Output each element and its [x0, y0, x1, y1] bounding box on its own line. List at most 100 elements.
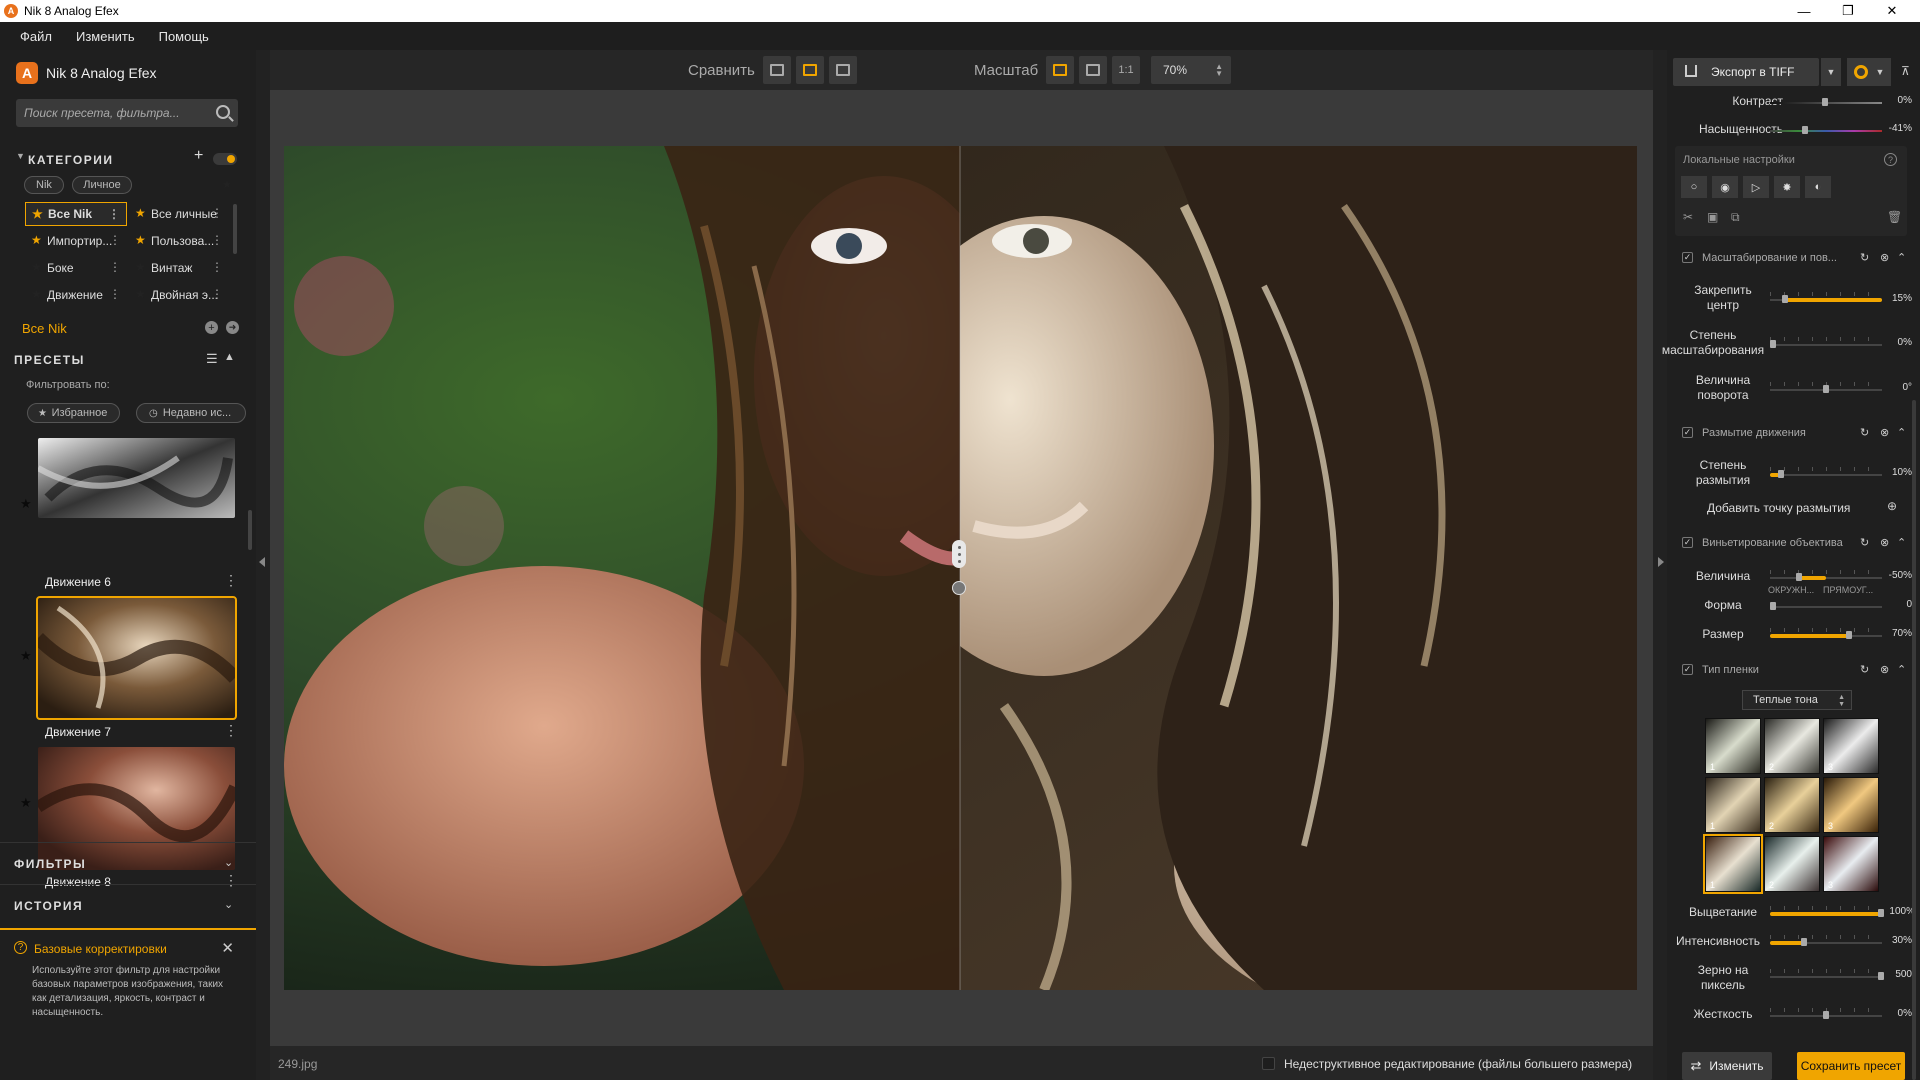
film-swatch[interactable]: 2 [1764, 836, 1820, 892]
shape-rect-label[interactable]: ПРЯМОУГ... [1823, 585, 1873, 595]
close-icon[interactable]: ✕ [221, 939, 234, 957]
category-imported[interactable]: ★ Импортир... ⋮ [25, 229, 127, 253]
more-icon[interactable]: ⋮ [109, 260, 121, 274]
section-checkbox[interactable]: ✓ [1682, 252, 1693, 263]
zoom-degree-slider[interactable] [1770, 337, 1882, 348]
star-icon[interactable]: ★ [20, 648, 32, 664]
film-swatch-selected[interactable]: 1 [1703, 834, 1763, 894]
chevron-down-icon[interactable]: ⌄ [224, 898, 233, 911]
film-swatch[interactable]: 3 [1823, 777, 1879, 833]
brush-icon[interactable]: ✸ [1774, 176, 1800, 198]
tab-personal[interactable]: Личное [72, 176, 132, 194]
film-swatch[interactable]: 3 [1823, 718, 1879, 774]
swap-icon[interactable] [952, 581, 966, 595]
change-button[interactable]: ⇄ Изменить [1682, 1052, 1772, 1080]
compare-toggle-button[interactable] [763, 56, 791, 84]
slider-knob[interactable] [1801, 938, 1807, 946]
shape-round-label[interactable]: ОКРУЖН... [1768, 585, 1814, 595]
filters-title[interactable]: ФИЛЬТРЫ [14, 857, 86, 871]
slider-knob[interactable] [1822, 98, 1828, 106]
remove-icon[interactable]: ⊗ [1880, 536, 1889, 549]
chevron-down-icon[interactable]: ⌄ [224, 856, 233, 869]
zoom-center-slider[interactable] [1770, 292, 1882, 303]
category-motion[interactable]: ★ Движение ⋮ [25, 283, 127, 307]
category-vintage[interactable]: ★ Винтаж ⋮ [129, 256, 229, 280]
slider-knob[interactable] [1778, 470, 1784, 478]
presets-scrollbar[interactable] [248, 510, 252, 550]
menu-edit[interactable]: Изменить [76, 29, 135, 44]
slider-knob[interactable] [1846, 631, 1852, 639]
reset-icon[interactable]: ↻ [1860, 663, 1869, 676]
add-preset-icon[interactable]: + [205, 321, 218, 334]
slider-knob[interactable] [1770, 340, 1776, 348]
chevron-left-icon[interactable] [259, 557, 265, 567]
maximize-icon[interactable]: ❐ [1826, 0, 1870, 22]
collapse-panel-icon[interactable]: ⊼ [1901, 64, 1910, 78]
more-icon[interactable]: ⋮ [211, 287, 223, 301]
slider-knob[interactable] [1782, 295, 1788, 303]
vig-amount-slider[interactable] [1770, 570, 1882, 581]
chevron-right-icon[interactable] [1658, 557, 1664, 567]
slider-knob[interactable] [1796, 573, 1802, 581]
hardness-slider[interactable] [1770, 1008, 1882, 1019]
add-category-icon[interactable]: + [194, 147, 203, 165]
chevron-up-icon[interactable]: ▲ [224, 351, 235, 363]
control-point-icon[interactable]: ○ [1681, 176, 1707, 198]
nondestructive-checkbox[interactable] [1262, 1057, 1275, 1070]
preset-thumb-motion-8[interactable] [38, 747, 235, 870]
contrast-slider[interactable] [1770, 98, 1882, 106]
more-icon[interactable]: ⋮ [211, 260, 223, 274]
blur-degree-slider[interactable] [1770, 467, 1882, 478]
zoom-select[interactable]: 70% ▲ ▼ [1151, 56, 1231, 84]
more-icon[interactable]: ⋮ [224, 872, 238, 889]
minimize-icon[interactable]: — [1782, 0, 1826, 22]
chevron-up-icon[interactable]: ⌃ [1897, 251, 1906, 264]
remove-icon[interactable]: ⊗ [1880, 251, 1889, 264]
fit-button[interactable] [1046, 56, 1074, 84]
presets-title[interactable]: ПРЕСЕТЫ [14, 353, 85, 367]
remove-icon[interactable]: ⊗ [1880, 426, 1889, 439]
reset-icon[interactable]: ↻ [1860, 536, 1869, 549]
category-double-exposure[interactable]: ★ Двойная э... ⋮ [129, 283, 229, 307]
export-button[interactable]: Экспорт в TIFF [1673, 58, 1819, 86]
chevron-up-icon[interactable]: ⌃ [1897, 663, 1906, 676]
film-swatch[interactable]: 2 [1764, 777, 1820, 833]
luminosity-icon[interactable]: ◐ [1805, 176, 1831, 198]
preset-thumb-motion-6[interactable] [38, 438, 235, 518]
categories-toggle[interactable] [213, 153, 237, 165]
collapse-left-panel[interactable] [256, 50, 270, 1080]
loupe-button[interactable]: ▼ [1847, 58, 1891, 86]
section-checkbox[interactable]: ✓ [1682, 427, 1693, 438]
slider-knob[interactable] [1770, 602, 1776, 610]
collapse-right-panel[interactable] [1653, 50, 1667, 1080]
list-view-icon[interactable]: ☰ [206, 351, 218, 367]
add-blur-point-button[interactable]: Добавить точку размытия [1707, 501, 1867, 516]
categories-scrollbar[interactable] [233, 204, 237, 254]
menu-help[interactable]: Помощь [159, 29, 209, 44]
category-all-personal[interactable]: ★ Все личные ⋮ [129, 202, 229, 226]
vig-size-slider[interactable] [1770, 628, 1882, 639]
chevron-up-icon[interactable]: ⌃ [1897, 426, 1906, 439]
side-by-side-button[interactable] [829, 56, 857, 84]
star-icon[interactable]: ★ [222, 178, 232, 191]
right-panel-scrollbar[interactable] [1912, 400, 1916, 1080]
more-icon[interactable]: ⋮ [224, 572, 238, 589]
saturation-slider[interactable] [1770, 126, 1882, 134]
slider-knob[interactable] [1823, 1011, 1829, 1019]
more-icon[interactable]: ⋮ [224, 722, 238, 739]
category-user[interactable]: ★ Пользова... ⋮ [129, 229, 229, 253]
trash-icon[interactable]: 🗑 [1887, 210, 1902, 224]
search-input[interactable]: Поиск пресета, фильтра... [16, 99, 238, 127]
more-icon[interactable]: ⋮ [108, 207, 120, 221]
history-title[interactable]: ИСТОРИЯ [14, 899, 83, 913]
fade-slider[interactable] [1770, 906, 1884, 917]
grain-slider[interactable] [1770, 969, 1884, 980]
section-zoom-rotate[interactable]: ✓ Масштабирование и пов... ↻ ⊗ ⌃ [1672, 246, 1906, 270]
star-icon[interactable]: ★ [20, 795, 32, 811]
more-icon[interactable]: ⋮ [109, 287, 121, 301]
chevron-down-icon[interactable]: ▼ [16, 151, 25, 161]
zoom-1to1-button[interactable]: 1:1 [1112, 56, 1140, 84]
filter-favorites-button[interactable]: ★ Избранное [27, 403, 120, 423]
more-icon[interactable]: ⋮ [211, 233, 223, 247]
categories-title[interactable]: КАТЕГОРИИ [28, 153, 113, 167]
